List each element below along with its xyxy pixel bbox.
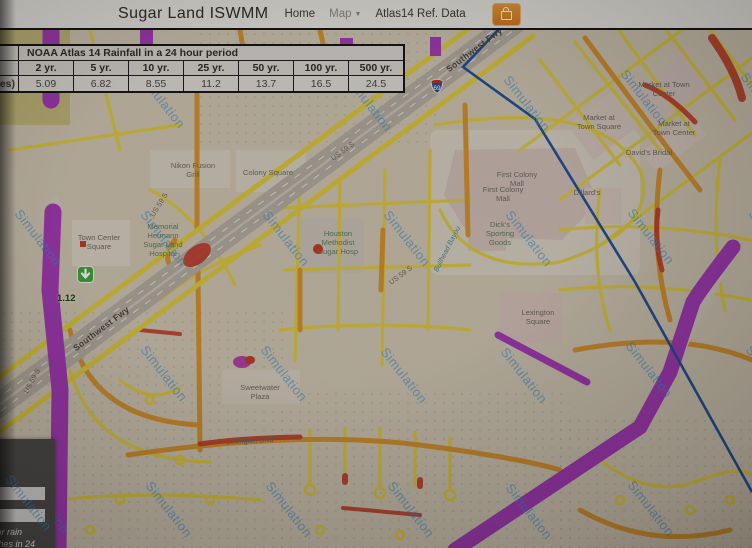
rainfall-col-header: 100 yr.	[294, 61, 349, 76]
place-label: Market atTown Square	[577, 113, 621, 131]
rainfall-value-cell: 8.55	[129, 76, 184, 93]
map-container: 69 Nikon FusionGrillColony SquareMemoria…	[0, 28, 752, 548]
rainfall-value-cell: 24.5	[349, 76, 405, 93]
rainfall-col-header: 5 yr.	[74, 61, 129, 76]
place-label: David's Bridal	[626, 148, 672, 157]
marker-value-label: 1.12	[57, 293, 99, 304]
rainfall-value-cell: 13.7	[239, 76, 294, 93]
nav-atlas14-ref-data[interactable]: Atlas14 Ref. Data	[375, 8, 465, 20]
rainfall-col-header: 50 yr.	[239, 61, 294, 76]
rainfall-col-header: 10 yr.	[129, 61, 184, 76]
place-label: Dillard's	[574, 188, 601, 197]
nav-home[interactable]: Home	[284, 8, 315, 20]
rainfall-value-cell: 6.82	[74, 76, 129, 93]
rainfall-col-header: 500 yr.	[349, 61, 405, 76]
nav-map[interactable]: Map▼	[329, 8, 361, 20]
caret-down-icon: ▼	[355, 11, 362, 18]
place-label: HoustonMethodistSugar Hosp	[318, 229, 358, 256]
green-arrow-marker[interactable]	[77, 266, 94, 283]
app-window: Sugar Land ISWMM Home Map▼ Atlas14 Ref. …	[0, 0, 752, 548]
map-canvas[interactable]: 69 Nikon FusionGrillColony SquareMemoria…	[0, 30, 752, 548]
rainfall-value-cell: 5.09	[19, 76, 74, 93]
rainfall-value-cell: 16.5	[294, 76, 349, 93]
svg-text:69: 69	[433, 85, 441, 92]
lock-button[interactable]	[492, 3, 521, 26]
rainfall-col-header: 25 yr.	[184, 61, 239, 76]
panel-text-line1: for rain	[0, 527, 64, 537]
rainfall-value-cell: 11.2	[184, 76, 239, 93]
rainfall-table: NOAA Atlas 14 Rainfall in a 24 hour peri…	[0, 44, 405, 93]
rainfall-row-label: (inches)	[0, 76, 19, 93]
place-label: LexingtonSquare	[522, 308, 555, 326]
app-header: Sugar Land ISWMM Home Map▼ Atlas14 Ref. …	[0, 0, 752, 28]
main-nav: Home Map▼ Atlas14 Ref. Data	[284, 3, 520, 26]
lock-icon	[501, 11, 512, 20]
rainfall-col-header: 2 yr.	[19, 61, 74, 76]
place-label: Colony Square	[243, 168, 293, 177]
panel-text-line2: ches in 24	[0, 539, 64, 548]
rainfall-table-title: NOAA Atlas 14 Rainfall in a 24 hour peri…	[19, 45, 405, 61]
app-title: Sugar Land ISWMM	[118, 5, 268, 23]
